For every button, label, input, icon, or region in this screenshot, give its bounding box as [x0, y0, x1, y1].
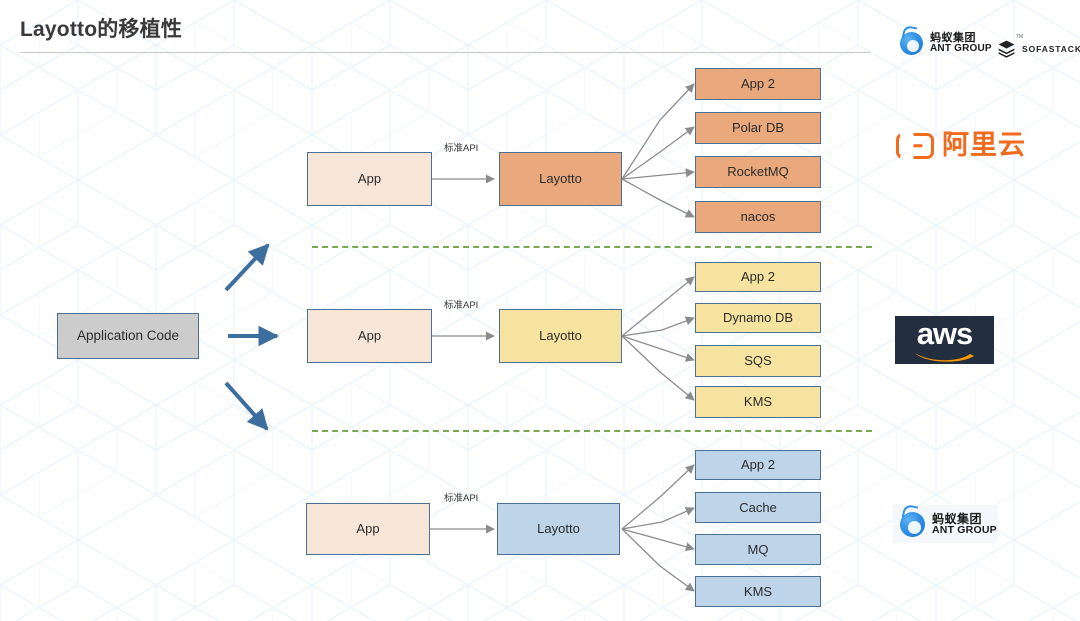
node-row1-target-2[interactable]: RocketMQ	[695, 156, 821, 188]
node-row1-target-3[interactable]: nacos	[695, 201, 821, 233]
node-label: App 2	[741, 457, 775, 473]
node-row3-app[interactable]: App	[306, 503, 430, 555]
ant-group-bug-icon	[900, 511, 925, 537]
sofastack-mark-icon: TM	[997, 34, 1023, 58]
node-label: App	[356, 521, 380, 537]
slide-canvas: Layotto的移植性 蚂蚁集团 ANT GROUP TM SOFASTACK	[0, 0, 1080, 621]
node-label: Application Code	[76, 327, 180, 343]
node-row2-target-2[interactable]: SQS	[695, 345, 821, 377]
node-row3-layotto[interactable]: Layotto	[497, 503, 620, 555]
header-divider	[20, 52, 870, 53]
node-row1-target-1[interactable]: Polar DB	[695, 112, 821, 144]
node-label: Cache	[739, 499, 777, 515]
alibaba-cloud-wordmark: 阿里云	[942, 130, 1026, 160]
logo-alibaba-cloud: 阿里云	[896, 132, 1026, 159]
logo-ant-group-header: 蚂蚁集团 ANT GROUP	[900, 32, 992, 55]
ant-group-wordmark: 蚂蚁集团 ANT GROUP	[932, 511, 997, 536]
node-row2-target-0[interactable]: App 2	[695, 262, 821, 292]
node-row2-layotto[interactable]: Layotto	[499, 309, 622, 363]
node-row3-target-2[interactable]: MQ	[695, 534, 821, 565]
ant-group-lockup: 蚂蚁集团 ANT GROUP	[893, 505, 998, 543]
node-row3-target-0[interactable]: App 2	[695, 450, 821, 480]
api-label-row2: 标准API	[444, 300, 479, 311]
node-row1-target-0[interactable]: App 2	[695, 68, 821, 100]
aws-smile-icon	[914, 352, 974, 362]
divider-row2-row3	[312, 430, 872, 432]
node-label: SQS	[744, 353, 772, 369]
node-label: Layotto	[537, 521, 580, 537]
node-label: MQ	[747, 541, 769, 557]
node-row1-app[interactable]: App	[307, 152, 432, 206]
node-label: Dynamo DB	[722, 310, 794, 326]
api-label-row1: 标准API	[444, 143, 479, 154]
node-label: App	[357, 328, 382, 344]
divider-row1-row2	[312, 246, 872, 248]
ant-group-bug-icon	[900, 32, 923, 55]
alibaba-cloud-mark-icon	[896, 132, 934, 159]
node-label: KMS	[743, 394, 773, 410]
node-application-code[interactable]: Application Code	[57, 313, 199, 359]
logo-ant-group-row3: 蚂蚁集团 ANT GROUP	[893, 505, 998, 543]
sofastack-wordmark: SOFASTACK	[1022, 43, 1080, 54]
node-label: Layotto	[539, 328, 582, 344]
node-label: nacos	[740, 209, 776, 225]
node-row1-layotto[interactable]: Layotto	[499, 152, 622, 206]
node-row2-app[interactable]: App	[307, 309, 432, 363]
node-label: App 2	[741, 76, 775, 92]
node-row3-target-1[interactable]: Cache	[695, 492, 821, 523]
logo-aws: aws	[895, 316, 994, 364]
sofastack-tm: TM	[1015, 34, 1023, 40]
node-row3-target-3[interactable]: KMS	[695, 576, 821, 607]
node-label: App	[357, 171, 382, 187]
logo-sofastack: TM SOFASTACK	[997, 34, 1080, 58]
aws-wordmark: aws	[916, 315, 974, 351]
node-label: KMS	[743, 583, 773, 599]
ant-group-wordmark: 蚂蚁集团 ANT GROUP	[930, 31, 992, 55]
node-label: Layotto	[539, 171, 582, 187]
node-row2-target-3[interactable]: KMS	[695, 386, 821, 418]
node-label: RocketMQ	[727, 164, 789, 180]
page-title: Layotto的移植性	[20, 18, 183, 41]
api-label-row3: 标准API	[444, 493, 479, 504]
node-label: App 2	[741, 269, 775, 285]
node-row2-target-1[interactable]: Dynamo DB	[695, 303, 821, 333]
node-label: Polar DB	[731, 120, 785, 136]
